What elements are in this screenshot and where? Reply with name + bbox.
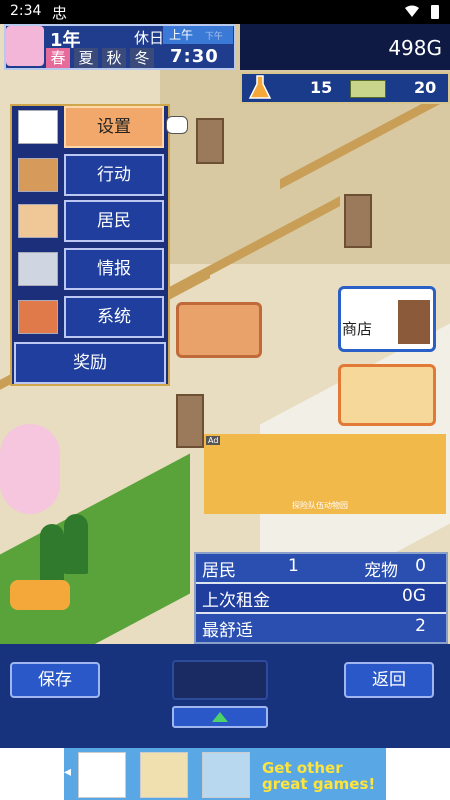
game-thumbnail[interactable] <box>202 752 250 798</box>
center-slot <box>172 660 268 700</box>
last-rent-label: 上次租金 <box>202 591 270 611</box>
reward-button[interactable]: 奖励 <box>14 342 166 384</box>
save-button[interactable]: 保存 <box>10 662 100 698</box>
ampm-pm: 下午 <box>204 32 223 42</box>
season-spring: 春 <box>46 48 70 68</box>
door[interactable] <box>344 194 372 248</box>
app-notification-icon: 忠 <box>52 4 68 22</box>
clock: 7:30 <box>170 46 219 67</box>
menu-item-action[interactable]: 行动 <box>14 154 168 196</box>
ticket-count-value: 20 <box>414 78 437 97</box>
menu-item-system[interactable]: 系统 <box>14 296 168 338</box>
stats-row-comfort: 最舒适 2 <box>196 614 446 642</box>
computer-icon <box>18 252 58 286</box>
ticket-icon <box>350 80 386 98</box>
shopkeeper-icon <box>398 300 430 344</box>
status-bar: 2:34 忠 <box>0 0 450 24</box>
pine-tree <box>64 514 88 574</box>
avatar[interactable] <box>6 26 44 66</box>
last-rent-value: 0G <box>402 586 426 606</box>
menu-item-settings[interactable]: 设置 <box>14 106 168 148</box>
toolbox-icon <box>18 300 58 334</box>
menu-item-residents[interactable]: 居民 <box>14 200 168 242</box>
stamp-card-button[interactable] <box>338 364 436 426</box>
stats-row-residents: 居民 1 宠物 0 <box>196 554 446 582</box>
menu-item-label: 设置 <box>64 106 164 148</box>
menu-item-label: 系统 <box>64 296 164 338</box>
ad-bar-text: Get other great games! <box>262 759 376 793</box>
flower-bed <box>10 580 70 610</box>
menu-item-label: 居民 <box>64 200 164 242</box>
stats-row-rent: 上次租金 0G <box>196 584 446 612</box>
menu-item-label: 行动 <box>64 154 164 196</box>
ampm-am: 上午 <box>169 28 194 42</box>
bed[interactable] <box>176 302 262 358</box>
back-button[interactable]: 返回 <box>344 662 434 698</box>
season-summer: 夏 <box>74 48 98 68</box>
season-autumn: 秋 <box>102 48 126 68</box>
comfort-label: 最舒适 <box>202 621 253 641</box>
rest-day-label: 休日 <box>134 29 165 47</box>
ad-caption: 探险队伍动物园 <box>292 501 348 510</box>
pets-label: 宠物 <box>364 561 398 581</box>
building-icon <box>18 110 58 144</box>
pets-value: 0 <box>415 556 426 576</box>
residents-label: 居民 <box>202 561 236 581</box>
shop-label: 商店 <box>342 320 373 338</box>
research-points-value: 15 <box>310 78 333 97</box>
expand-up-button[interactable] <box>172 706 268 728</box>
ampm-indicator: 上午 下午 <box>163 26 233 44</box>
pointer-hand-icon <box>166 116 188 134</box>
battery-icon <box>431 5 439 19</box>
menu-item-label: 情报 <box>64 248 164 290</box>
ad-badge: Ad <box>206 436 221 445</box>
cherry-tree <box>0 424 60 514</box>
research-flask-icon <box>248 75 272 99</box>
door[interactable] <box>196 118 224 164</box>
chevron-left-icon: ◂ <box>64 764 72 780</box>
wifi-icon <box>405 5 419 17</box>
game-thumbnail[interactable] <box>78 752 126 798</box>
money-value: 498G <box>388 36 442 60</box>
pine-tree <box>40 524 64 584</box>
residents-value: 1 <box>288 556 299 576</box>
comfort-value: 2 <box>415 616 426 636</box>
door[interactable] <box>176 394 204 448</box>
season-winter: 冬 <box>130 48 154 68</box>
suitcase-icon <box>18 158 58 192</box>
arrow-up-icon <box>212 712 228 722</box>
status-time: 2:34 <box>10 3 42 19</box>
residents-icon <box>18 204 58 238</box>
game-thumbnail[interactable] <box>140 752 188 798</box>
menu-item-info[interactable]: 情报 <box>14 248 168 290</box>
